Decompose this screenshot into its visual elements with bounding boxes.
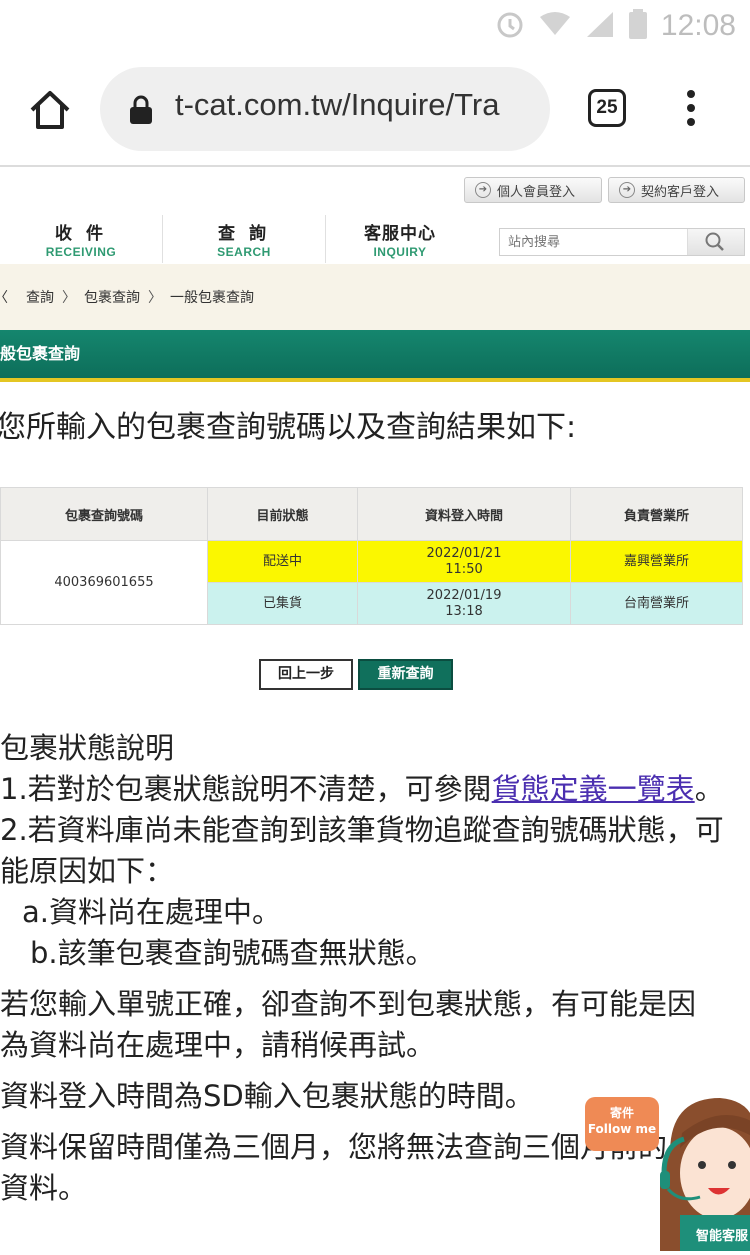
contract-login-label: 契約客戶登入 bbox=[641, 184, 720, 200]
signal-icon bbox=[585, 10, 615, 42]
breadcrumb-separator: 〉 bbox=[148, 290, 162, 306]
notes-line-3: 若您輸入單號正確，卻查詢不到包裹狀態，有可能是因為資料尚在處理中，請稍候再試。 bbox=[0, 987, 697, 1062]
tab-switcher-button[interactable]: 25 bbox=[588, 89, 626, 127]
site-search bbox=[499, 228, 745, 256]
status-bar: 12:08 bbox=[0, 0, 750, 52]
search-button[interactable] bbox=[687, 229, 744, 255]
member-login-button[interactable]: ➔ 個人會員登入 bbox=[464, 177, 602, 203]
nav-search[interactable]: 查 詢 SEARCH bbox=[163, 215, 326, 263]
breadcrumb-prev[interactable]: 〈 bbox=[0, 287, 8, 307]
breadcrumb-item-package[interactable]: 包裹查詢 bbox=[84, 287, 140, 307]
main-nav: 收 件 RECEIVING 查 詢 SEARCH 客服中心 INQUIRY bbox=[0, 215, 474, 263]
contract-login-button[interactable]: ➔ 契約客戶登入 bbox=[608, 177, 745, 203]
time-cell: 2022/01/19 13:18 bbox=[357, 582, 571, 625]
notes-line-5: 資料保留時間僅為三個月，您將無法查詢三個月前的資料。 bbox=[0, 1130, 668, 1205]
url-text: t-cat.com.tw/Inquire/Tra bbox=[175, 87, 500, 122]
section-underline bbox=[0, 378, 750, 382]
follow-badge-sublabel: Follow me bbox=[587, 1122, 657, 1136]
arrow-right-icon: ➔ bbox=[475, 182, 491, 198]
breadcrumb-item-current: 一般包裹查詢 bbox=[170, 290, 254, 306]
col-tracking-number: 包裹查詢號碼 bbox=[0, 487, 208, 541]
notes-line-2b: b.該筆包裹查詢號碼查無狀態。 bbox=[30, 936, 435, 970]
table-header-row: 包裹查詢號碼 目前狀態 資料登入時間 負責營業所 bbox=[0, 487, 743, 541]
site-search-input[interactable] bbox=[500, 229, 696, 255]
site-header: ➔ 個人會員登入 ➔ 契約客戶登入 收 件 RECEIVING 查 詢 SEAR… bbox=[0, 167, 750, 264]
notes-line-1-text: 1.若對於包裹狀態說明不清楚，可參閱 bbox=[0, 772, 492, 806]
clock-time: 12:08 bbox=[660, 9, 736, 42]
wifi-icon bbox=[539, 11, 571, 41]
lock-icon bbox=[128, 95, 154, 129]
requery-button[interactable]: 重新查詢 bbox=[358, 659, 453, 690]
nav-receiving[interactable]: 收 件 RECEIVING bbox=[0, 215, 163, 263]
breadcrumb-item-search[interactable]: 查詢 bbox=[26, 287, 54, 307]
results-table: 包裹查詢號碼 目前狀態 資料登入時間 負責營業所 400369601655 配送… bbox=[0, 487, 743, 625]
nav-inquiry-sublabel: INQUIRY bbox=[373, 245, 427, 259]
notes-line-2a: a.資料尚在處理中。 bbox=[22, 895, 281, 929]
breadcrumb-separator: 〉 bbox=[62, 290, 76, 306]
time-text: 13:18 bbox=[445, 603, 483, 619]
col-office: 負責營業所 bbox=[570, 487, 743, 541]
section-title: 般包裹查詢 bbox=[0, 330, 750, 378]
status-definition-link[interactable]: 貨態定義一覽表 bbox=[492, 772, 695, 806]
notes-line-2: 2.若資料庫尚未能查詢到該筆貨物追蹤查詢號碼狀態，可能原因如下： bbox=[0, 813, 724, 888]
browser-toolbar: t-cat.com.tw/Inquire/Tra 25 bbox=[0, 52, 750, 164]
notes-title: 包裹狀態說明 bbox=[0, 731, 175, 765]
notes-line-1: 1.若對於包裹狀態說明不清楚，可參閱貨態定義一覽表。 bbox=[0, 769, 735, 810]
nav-receiving-label: 收 件 bbox=[55, 224, 107, 244]
more-menu-icon[interactable] bbox=[684, 90, 698, 130]
search-icon bbox=[705, 232, 724, 251]
col-status: 目前狀態 bbox=[207, 487, 358, 541]
notes-line-1-end: 。 bbox=[694, 772, 724, 806]
arrow-right-icon: ➔ bbox=[619, 182, 635, 198]
home-icon[interactable] bbox=[28, 88, 72, 132]
follow-badge-label: 寄件 bbox=[609, 1106, 634, 1120]
result-intro: 您所輸入的包裹查詢號碼以及查詢結果如下: bbox=[0, 410, 577, 445]
office-cell: 嘉興營業所 bbox=[570, 540, 743, 583]
status-cell: 已集貨 bbox=[207, 582, 358, 625]
chatbot-mascot[interactable]: 智能客服 bbox=[660, 1093, 750, 1251]
status-cell: 配送中 bbox=[207, 540, 358, 583]
back-button[interactable]: 回上一步 bbox=[259, 659, 353, 690]
col-login-time: 資料登入時間 bbox=[357, 487, 571, 541]
time-text: 11:50 bbox=[445, 561, 483, 577]
time-cell: 2022/01/21 11:50 bbox=[357, 540, 571, 583]
alarm-icon bbox=[495, 9, 525, 43]
follow-me-badge[interactable]: 寄件 Follow me bbox=[585, 1097, 659, 1151]
mascot-label: 智能客服 bbox=[696, 1229, 749, 1244]
address-bar[interactable]: t-cat.com.tw/Inquire/Tra bbox=[100, 67, 550, 151]
nav-receiving-sublabel: RECEIVING bbox=[45, 245, 117, 259]
date-text: 2022/01/21 bbox=[426, 545, 502, 561]
tracking-number-cell: 400369601655 bbox=[0, 540, 208, 625]
battery-icon bbox=[628, 9, 647, 43]
office-cell: 台南營業所 bbox=[570, 582, 743, 625]
member-login-label: 個人會員登入 bbox=[497, 184, 576, 200]
table-row: 400369601655 配送中 2022/01/21 11:50 嘉興營業所 bbox=[0, 540, 743, 625]
breadcrumb: 〈 查詢 〉 包裹查詢 〉 一般包裹查詢 bbox=[0, 264, 750, 330]
nav-search-label: 查 詢 bbox=[218, 224, 270, 244]
nav-inquiry[interactable]: 客服中心 INQUIRY bbox=[326, 215, 474, 263]
nav-search-sublabel: SEARCH bbox=[217, 245, 271, 259]
date-text: 2022/01/19 bbox=[426, 587, 502, 603]
nav-inquiry-label: 客服中心 bbox=[364, 224, 436, 244]
